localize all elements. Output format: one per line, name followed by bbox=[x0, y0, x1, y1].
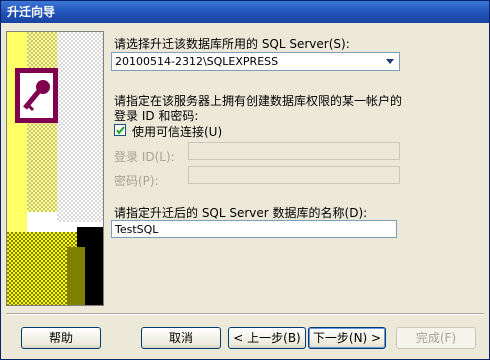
cancel-button[interactable]: 取消 bbox=[141, 327, 221, 349]
login-id-label: 登录 ID(L): bbox=[114, 150, 175, 164]
checkmark-icon bbox=[116, 126, 125, 135]
sql-server-value: 20100514-2312\SQLEXPRESS bbox=[115, 55, 279, 68]
button-separator bbox=[6, 313, 484, 315]
next-button[interactable]: 下一步(N) > bbox=[308, 327, 386, 349]
account-instructions-line2: 登录 ID 和密码: bbox=[114, 109, 199, 123]
database-key-illustration bbox=[7, 32, 103, 305]
sql-server-combobox[interactable]: 20100514-2312\SQLEXPRESS bbox=[111, 52, 400, 71]
database-name-label: 请指定升迁后的 SQL Server 数据库的名称(D): bbox=[114, 206, 368, 220]
sql-server-label: 请选择升迁该数据库所用的 SQL Server(S): bbox=[114, 37, 350, 51]
database-name-value: TestSQL bbox=[115, 223, 159, 236]
finish-button[interactable]: 完成(F) bbox=[396, 327, 476, 349]
password-input[interactable] bbox=[188, 166, 400, 184]
chevron-down-icon bbox=[386, 59, 394, 64]
wizard-banner-image bbox=[6, 31, 104, 306]
back-button[interactable]: < 上一步(B) bbox=[228, 327, 306, 349]
title-bar: 升迁向导 bbox=[1, 1, 489, 23]
upsizing-wizard-window: 升迁向导 请选择升迁该数据库所用的 SQL Server(S): 2010051… bbox=[0, 0, 490, 360]
trusted-connection-checkbox[interactable] bbox=[114, 124, 126, 136]
combobox-dropdown-button[interactable] bbox=[382, 54, 398, 69]
login-id-input[interactable] bbox=[188, 142, 400, 160]
help-button[interactable]: 帮助 bbox=[21, 327, 101, 349]
window-title: 升迁向导 bbox=[7, 5, 56, 19]
password-label: 密码(P): bbox=[114, 174, 159, 188]
trusted-connection-label[interactable]: 使用可信连接(U) bbox=[132, 123, 222, 140]
database-name-input[interactable]: TestSQL bbox=[111, 220, 397, 238]
